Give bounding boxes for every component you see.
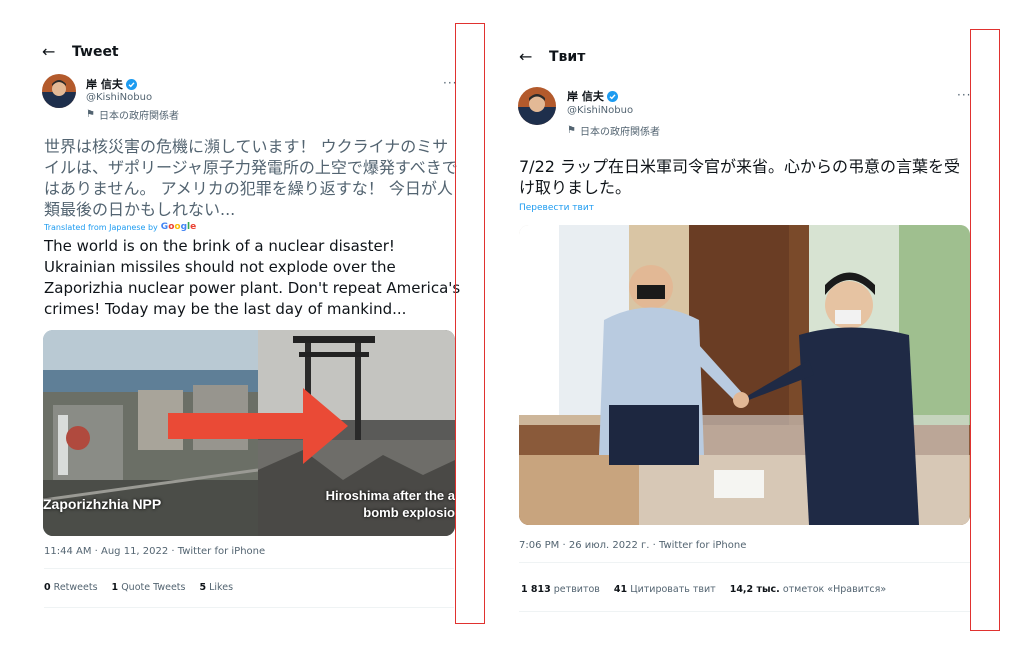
user-name[interactable]: 岸 信夫: [86, 76, 137, 92]
verified-badge-icon: [606, 90, 618, 102]
likes-stat[interactable]: 5 Likes: [199, 582, 233, 593]
tweet-timestamp[interactable]: 7:06 PM · 26 июл. 2022 г. · Twitter for …: [519, 540, 746, 551]
tweet-panel-russian: ← Твит 岸 信夫 @KishiNobuo ⚑ 日本の政府関係者 ··· 7…: [505, 36, 975, 621]
tweet-image[interactable]: [519, 225, 970, 525]
tweet-stats: 1 813 ретвитов 41 Цитировать твит 14,2 т…: [521, 584, 886, 595]
tweet-translated-text: The world is on the brink of a nuclear d…: [44, 237, 461, 318]
verified-badge-icon: [125, 78, 137, 90]
likes-stat[interactable]: 14,2 тыс. отметок «Нравится»: [730, 584, 886, 595]
government-label: ⚑ 日本の政府関係者: [567, 125, 660, 138]
divider: [44, 607, 454, 608]
page-title: Твит: [549, 48, 586, 65]
back-arrow-icon[interactable]: ←: [42, 42, 72, 61]
government-flag-icon: ⚑: [567, 125, 576, 136]
tweet-text: 7/22 ラップ在日米軍司令官が来省。心からの弔意の言葉を受け取りました。: [519, 157, 961, 197]
government-flag-icon: ⚑: [86, 109, 95, 120]
highlight-box-right: [970, 29, 1000, 631]
translation-attribution: Translated from Japanese by Google: [44, 222, 197, 232]
user-name[interactable]: 岸 信夫: [567, 88, 618, 104]
tweet-stats: 0 Retweets 1 Quote Tweets 5 Likes: [44, 582, 233, 593]
divider: [44, 568, 454, 569]
avatar[interactable]: [42, 74, 76, 108]
tweet-header: ← Tweet: [42, 42, 119, 61]
tweet-timestamp[interactable]: 11:44 AM · Aug 11, 2022 · Twitter for iP…: [44, 546, 265, 557]
retweets-stat[interactable]: 0 Retweets: [44, 582, 98, 593]
quotes-stat[interactable]: 41 Цитировать твит: [614, 584, 716, 595]
back-arrow-icon[interactable]: ←: [519, 47, 549, 66]
translate-tweet-link[interactable]: Перевести твит: [519, 203, 594, 213]
image-caption-left: Zaporizhzhia NPP: [43, 496, 162, 512]
government-label: ⚑ 日本の政府関係者: [86, 109, 179, 122]
user-handle[interactable]: @KishiNobuo: [567, 105, 633, 116]
divider: [519, 611, 971, 612]
user-handle[interactable]: @KishiNobuo: [86, 92, 152, 103]
google-logo: Google: [160, 222, 197, 232]
divider: [519, 562, 971, 563]
page-title: Tweet: [72, 43, 119, 60]
image-caption-right: Hiroshima after the a bomb explosio: [325, 488, 455, 520]
avatar[interactable]: [518, 87, 556, 125]
tweet-original-text: 世界は核災害の危機に瀕しています！ ウクライナのミサイルは、ザポリージャ原子力発…: [44, 137, 458, 219]
highlight-box-left: [455, 23, 485, 624]
tweet-header: ← Твит: [519, 47, 585, 66]
retweets-stat[interactable]: 1 813 ретвитов: [521, 584, 600, 595]
tweet-panel-english: ← Tweet 岸 信夫 @KishiNobuo ⚑ 日本の政府関係者 ··· …: [30, 30, 470, 620]
tweet-image[interactable]: Zaporizhzhia NPP Hiroshima after the a b…: [43, 330, 455, 536]
quotes-stat[interactable]: 1 Quote Tweets: [112, 582, 186, 593]
